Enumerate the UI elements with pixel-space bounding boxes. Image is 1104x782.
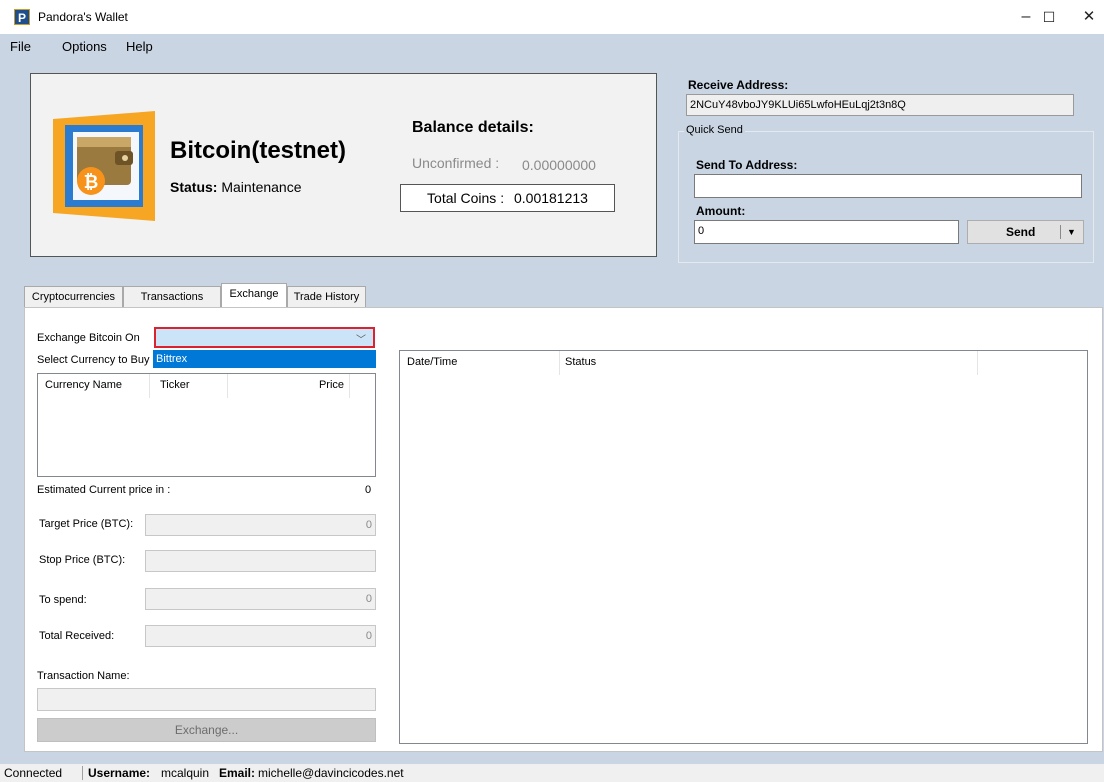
currency-list[interactable]: Currency Name Ticker Price <box>37 373 376 477</box>
coin-name: Bitcoin(testnet) <box>170 137 346 164</box>
exchange-on-label: Exchange Bitcoin On <box>37 332 140 344</box>
title-bar: P Pandora's Wallet – ☐ ✕ <box>0 0 1104 34</box>
wallet-coin-icon: ₿ <box>53 111 155 221</box>
dropdown-option-bittrex[interactable]: Bittrex <box>153 350 376 368</box>
transaction-name-input[interactable] <box>37 688 376 711</box>
receive-address-label: Receive Address: <box>688 78 789 92</box>
send-to-address-label: Send To Address: <box>696 158 798 172</box>
tab-transactions[interactable]: Transactions <box>123 286 221 307</box>
connection-status: Connected <box>4 766 63 780</box>
email-value: michelle@davincicodes.net <box>258 766 404 780</box>
menu-help[interactable]: Help <box>126 39 153 54</box>
send-button-label: Send <box>1006 225 1036 239</box>
username-label: Username: <box>88 766 151 780</box>
chevron-down-icon[interactable]: ▼ <box>1067 221 1076 243</box>
app-logo-icon: P <box>14 9 30 25</box>
send-split-divider <box>1060 225 1061 239</box>
stop-price-input[interactable] <box>145 550 376 572</box>
send-to-address-input[interactable] <box>694 174 1082 198</box>
total-received-label: Total Received: <box>39 630 115 642</box>
unconfirmed-balance: Unconfirmed : 0.00000000 <box>412 155 596 173</box>
total-coins-box: Total Coins : 0.00181213 <box>400 184 615 212</box>
tab-cryptocurrencies[interactable]: Cryptocurrencies <box>24 286 123 307</box>
estimated-price-label: Estimated Current price in : <box>37 484 171 496</box>
status-bar: Connected Username: mcalquin Email: mich… <box>0 764 1104 782</box>
target-price-label: Target Price (BTC): <box>39 518 134 530</box>
total-coins-label: Total Coins : <box>427 190 505 206</box>
column-currency-name[interactable]: Currency Name <box>38 374 150 398</box>
username-value: mcalquin <box>161 766 210 780</box>
column-status[interactable]: Status <box>560 351 978 375</box>
email-label: Email: <box>219 766 256 780</box>
unconfirmed-value: 0.00000000 <box>522 157 596 173</box>
receive-address-field[interactable]: 2NCuY48vboJY9KLUi65LwfoHEuLqj2t3n8Q <box>686 94 1074 116</box>
menu-bar: File Options Help <box>0 34 1104 56</box>
send-button[interactable]: Send ▼ <box>967 220 1084 244</box>
select-currency-label: Select Currency to Buy <box>37 354 150 366</box>
column-date-time[interactable]: Date/Time <box>400 351 560 375</box>
stop-price-label: Stop Price (BTC): <box>39 554 126 566</box>
total-coins-value: 0.00181213 <box>513 190 588 206</box>
exchange-button[interactable]: Exchange... <box>37 718 376 742</box>
estimated-price-value: 0 <box>365 484 372 496</box>
to-spend-input[interactable]: 0 <box>145 588 376 610</box>
window-title: Pandora's Wallet <box>38 10 128 24</box>
status-value: Maintenance <box>221 179 302 195</box>
menu-options[interactable]: Options <box>62 39 107 54</box>
total-received-input[interactable]: 0 <box>145 625 376 647</box>
exchange-select[interactable]: ﹀ <box>154 327 375 348</box>
tab-exchange[interactable]: Exchange <box>221 283 287 308</box>
quick-send-label: Quick Send <box>684 124 745 136</box>
amount-label: Amount: <box>696 204 746 218</box>
status-divider <box>82 766 83 780</box>
svg-text:₿: ₿ <box>84 172 99 193</box>
menu-file[interactable]: File <box>10 39 31 54</box>
status-label: Status: <box>170 179 218 195</box>
chevron-down-icon[interactable]: ﹀ <box>356 331 366 346</box>
transaction-name-label: Transaction Name: <box>37 670 130 682</box>
balance-header: Balance details: <box>412 119 534 136</box>
trade-history-list[interactable]: Date/Time Status <box>399 350 1088 744</box>
target-price-input[interactable]: 0 <box>145 514 376 536</box>
tab-trade-history[interactable]: Trade History <box>287 286 366 307</box>
coin-status: Status: Maintenance <box>170 179 302 195</box>
column-price[interactable]: Price <box>228 374 350 398</box>
unconfirmed-label: Unconfirmed : <box>412 155 500 171</box>
amount-input[interactable]: 0 <box>694 220 959 244</box>
close-button[interactable]: ✕ <box>1066 4 1104 30</box>
to-spend-label: To spend: <box>39 594 87 606</box>
column-ticker[interactable]: Ticker <box>150 374 228 398</box>
